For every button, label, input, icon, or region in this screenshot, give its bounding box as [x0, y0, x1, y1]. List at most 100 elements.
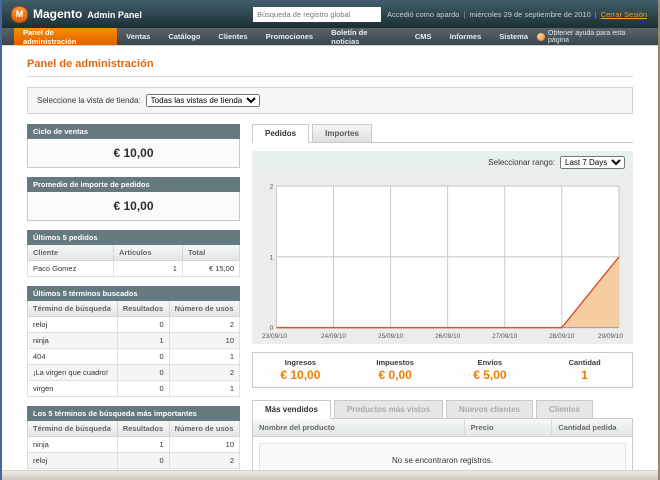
- stat-value: € 5,00: [443, 368, 538, 382]
- grid-tab-strip: Más vendidosProductos más vistosNuevos c…: [252, 400, 633, 419]
- card-title: Ciclo de ventas: [27, 124, 240, 139]
- tab[interactable]: Pedidos: [252, 124, 309, 143]
- card-value: € 10,00: [27, 192, 240, 221]
- store-switcher: Seleccione la vista de tienda: Todas las…: [27, 87, 633, 114]
- svg-text:28/09/10: 28/09/10: [549, 333, 574, 340]
- column-header: Total: [182, 245, 239, 261]
- separator: |: [595, 10, 597, 19]
- table-cell: ninja: [28, 333, 118, 349]
- nav-items: Panel de administraciónVentasCatálogoCli…: [14, 28, 537, 45]
- dashboard-content: Panel de administración Seleccione la vi…: [2, 46, 658, 480]
- column-header: Nombre del producto: [253, 419, 464, 437]
- table-cell: virgen: [28, 381, 118, 397]
- header-date: miércoles 29 de septiembre de 2010: [469, 10, 590, 19]
- table-cell: 1: [169, 349, 239, 365]
- svg-text:26/09/10: 26/09/10: [435, 333, 460, 340]
- svg-text:25/09/10: 25/09/10: [378, 333, 403, 340]
- table-cell: 10: [169, 333, 239, 349]
- summary-card: Ciclo de ventas€ 10,00: [27, 124, 240, 168]
- global-search-input[interactable]: [253, 7, 381, 22]
- table-row[interactable]: ninja110: [28, 333, 240, 349]
- tab: Productos más vistos: [334, 400, 443, 418]
- tab: Clientes: [536, 400, 593, 418]
- bottom-grid-table: Nombre del productoPrecioCantidad pedida: [253, 419, 632, 437]
- svg-text:0: 0: [270, 325, 274, 332]
- table-cell: 0: [117, 381, 169, 397]
- magento-logo: M Magento Admin Panel: [11, 6, 142, 23]
- card-value: € 10,00: [27, 139, 240, 168]
- header: M Magento Admin Panel Accedió como apard…: [2, 0, 658, 28]
- column-header: Resultados: [117, 421, 169, 437]
- table-row[interactable]: reloj02: [28, 453, 240, 469]
- table-cell: ninja: [28, 437, 118, 453]
- stat-label: Ingresos: [253, 358, 348, 367]
- stat-cell: Ingresos€ 10,00: [253, 358, 348, 382]
- nav-item[interactable]: Boletín de noticias: [322, 28, 406, 45]
- table-row[interactable]: ninja110: [28, 437, 240, 453]
- logo-subtext: Admin Panel: [87, 10, 142, 20]
- table-cell: 0: [117, 453, 169, 469]
- svg-text:24/09/10: 24/09/10: [321, 333, 346, 340]
- stat-value: € 0,00: [348, 368, 443, 382]
- nav-item[interactable]: Ventas: [117, 28, 159, 45]
- nav-item[interactable]: Sistema: [490, 28, 537, 45]
- totals-bar: Ingresos€ 10,00Impuestos€ 0,00Envíos€ 5,…: [252, 352, 633, 388]
- page-title: Panel de administración: [27, 58, 633, 70]
- magento-admin-window: M Magento Admin Panel Accedió como apard…: [0, 0, 660, 480]
- store-switcher-label: Seleccione la vista de tienda:: [37, 96, 141, 105]
- help-icon: [537, 33, 545, 41]
- column-header: Resultados: [117, 301, 169, 317]
- table-cell: 10: [169, 437, 239, 453]
- table-cell: 0: [117, 365, 169, 381]
- tab[interactable]: Más vendidos: [252, 400, 331, 419]
- orders-area-chart: 01223/09/1024/09/1025/09/1026/09/1027/09…: [252, 174, 633, 344]
- table-row[interactable]: virgen01: [28, 381, 240, 397]
- table-row[interactable]: 40401: [28, 349, 240, 365]
- table-cell: 1: [169, 381, 239, 397]
- help-link[interactable]: Obtener ayuda para esta página: [537, 28, 658, 45]
- column-header: Precio: [464, 419, 552, 437]
- header-meta: Accedió como apardo | miércoles 29 de se…: [387, 10, 649, 19]
- svg-text:29/09/10: 29/09/10: [598, 333, 623, 340]
- table-cell: 1: [117, 333, 169, 349]
- table-title: Últimos 5 términos buscados: [27, 286, 240, 301]
- sidebar-table: Los 5 términos de búsqueda más important…: [27, 406, 240, 480]
- column-header: Número de usos: [169, 301, 239, 317]
- svg-text:2: 2: [270, 184, 274, 191]
- range-select[interactable]: Last 7 Days: [560, 156, 625, 169]
- table-row[interactable]: reloj02: [28, 317, 240, 333]
- nav-item[interactable]: Promociones: [257, 28, 323, 45]
- title-divider: [27, 76, 633, 77]
- logo-text: Magento: [33, 7, 82, 21]
- store-switcher-select[interactable]: Todas las vistas de tienda: [146, 94, 260, 107]
- nav-item[interactable]: Informes: [441, 28, 491, 45]
- main-nav: Panel de administraciónVentasCatálogoCli…: [2, 28, 658, 46]
- nav-item[interactable]: Catálogo: [159, 28, 209, 45]
- svg-text:27/09/10: 27/09/10: [492, 333, 517, 340]
- chart-tab-strip: PedidosImportes: [252, 124, 633, 143]
- table-cell: 2: [169, 453, 239, 469]
- tab[interactable]: Importes: [312, 124, 372, 142]
- stat-cell: Cantidad1: [537, 358, 632, 382]
- table-cell: ¡La virgen que cuadro!: [28, 365, 118, 381]
- table-row[interactable]: ¡La virgen que cuadro!02: [28, 365, 240, 381]
- stat-value: € 10,00: [253, 368, 348, 382]
- table-row[interactable]: Paco Gomez1€ 15,00: [28, 261, 240, 277]
- column-header: Artículos: [114, 245, 183, 261]
- logout-link[interactable]: Cerrar Sesión: [601, 10, 647, 19]
- table-title: Últimos 5 pedidos: [27, 230, 240, 245]
- table-cell: 1: [114, 261, 183, 277]
- nav-item[interactable]: Clientes: [209, 28, 256, 45]
- column-header: Término de búsqueda: [28, 301, 118, 317]
- nav-item[interactable]: CMS: [406, 28, 441, 45]
- table-cell: 0: [117, 349, 169, 365]
- range-label: Seleccionar rango:: [488, 158, 555, 167]
- table-cell: 2: [169, 365, 239, 381]
- table-cell: reloj: [28, 317, 118, 333]
- summary-card: Promedio de importe de pedidos€ 10,00: [27, 177, 240, 221]
- table-cell: 1: [117, 437, 169, 453]
- footer: [2, 470, 658, 480]
- table-cell: 404: [28, 349, 118, 365]
- nav-item[interactable]: Panel de administración: [14, 28, 117, 45]
- svg-text:1: 1: [270, 254, 274, 261]
